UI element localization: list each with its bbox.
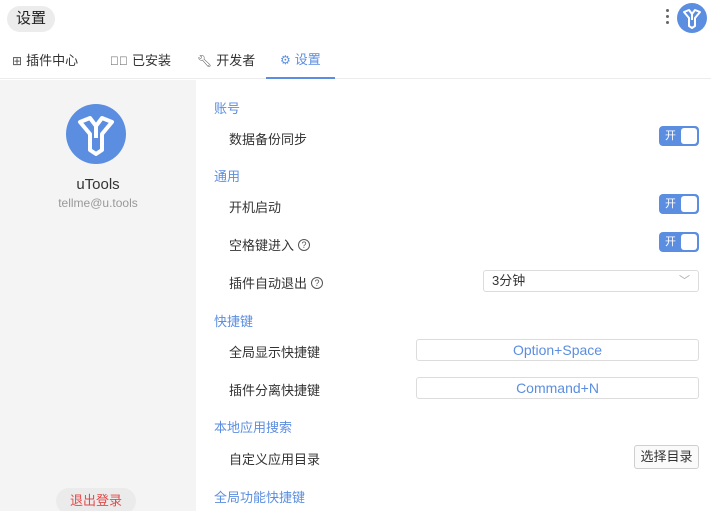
help-icon[interactable]: ? <box>298 238 311 251</box>
tab-label: 开发者 <box>216 52 256 68</box>
section-title-global-func: 全局功能快捷键 <box>214 490 306 505</box>
toggle-text: 开 <box>665 236 676 248</box>
toggle-knob <box>681 234 697 250</box>
custom-dir-label: 自定义应用目录 <box>229 449 320 468</box>
autostart-text: 开机启动 <box>229 200 282 215</box>
grid-icon: ⊞ <box>12 53 23 68</box>
chevron-down-icon: ﹀ <box>679 275 690 287</box>
help-icon[interactable]: ? <box>311 276 324 289</box>
tab-settings[interactable]: ⚙ 设置 <box>266 42 335 79</box>
more-vertical-icon[interactable] <box>664 9 670 29</box>
section-title-account: 账号 <box>214 101 241 116</box>
global-hotkey-label: 全局显示快捷键 <box>229 342 320 361</box>
gear-icon: ⚙ <box>280 52 291 67</box>
auto-quit-value: 3分钟 <box>492 273 526 288</box>
avatar <box>66 104 126 164</box>
space-enter-label: 空格键进入 ? <box>229 235 311 254</box>
detach-hotkey-label: 插件分离快捷键 <box>229 380 320 399</box>
window-title: 设置 <box>7 6 56 32</box>
global-hotkey-input[interactable]: Option+Space <box>416 339 699 361</box>
auto-quit-select[interactable]: 3分钟 ﹀ <box>483 270 699 292</box>
detach-hotkey-input[interactable]: Command+N <box>416 377 699 399</box>
tab-plugin-center[interactable]: ⊞ 插件中心 <box>12 42 78 79</box>
section-title-local-search: 本地应用搜索 <box>214 420 293 435</box>
tab-label: 插件中心 <box>26 52 79 68</box>
logout-button[interactable]: 退出登录 <box>56 488 136 511</box>
section-title-general: 通用 <box>214 169 241 184</box>
toggle-knob <box>681 196 697 212</box>
tab-label: 已安装 <box>132 52 172 68</box>
sidebar: uTools tellme@u.tools 退出登录 <box>0 80 196 511</box>
wrench-icon: 🔧︎ <box>197 53 213 68</box>
space-enter-toggle[interactable]: 开 <box>659 232 699 252</box>
detach-hotkey-text: 插件分离快捷键 <box>229 383 321 398</box>
toggle-knob <box>681 128 697 144</box>
toggle-text: 开 <box>665 130 676 142</box>
auto-quit-text: 插件自动退出 <box>229 276 308 291</box>
auto-quit-label: 插件自动退出 ? <box>229 273 324 292</box>
global-hotkey-text: 全局显示快捷键 <box>229 345 321 360</box>
tab-label: 设置 <box>294 51 321 67</box>
toggle-text: 开 <box>665 198 676 210</box>
autostart-toggle[interactable]: 开 <box>659 194 699 214</box>
utools-logo-icon[interactable] <box>677 3 707 33</box>
tab-installed[interactable]: ✓⃝ 已安装 <box>110 42 171 79</box>
check-circle-icon: ✓⃝ <box>110 53 128 68</box>
settings-panel: 账号 数据备份同步 开 通用 开机启动 开 空格键进入 ? 开 插件自动退出 ?… <box>196 80 711 511</box>
backup-sync-toggle[interactable]: 开 <box>659 126 699 146</box>
choose-directory-button[interactable]: 选择目录 <box>634 445 699 469</box>
tab-developer[interactable]: 🔧︎ 开发者 <box>197 42 255 79</box>
user-email: tellme@u.tools <box>58 196 138 210</box>
section-title-shortcuts: 快捷键 <box>214 314 254 329</box>
backup-sync-text: 数据备份同步 <box>229 132 308 147</box>
user-name: uTools <box>76 176 120 193</box>
tab-bar: ⊞ 插件中心 ✓⃝ 已安装 🔧︎ 开发者 ⚙ 设置 <box>0 42 711 79</box>
space-enter-text: 空格键进入 <box>229 238 295 253</box>
backup-sync-label: 数据备份同步 <box>229 129 307 148</box>
top-bar: 设置 <box>0 0 711 40</box>
custom-dir-text: 自定义应用目录 <box>229 452 321 467</box>
autostart-label: 开机启动 <box>229 197 281 216</box>
